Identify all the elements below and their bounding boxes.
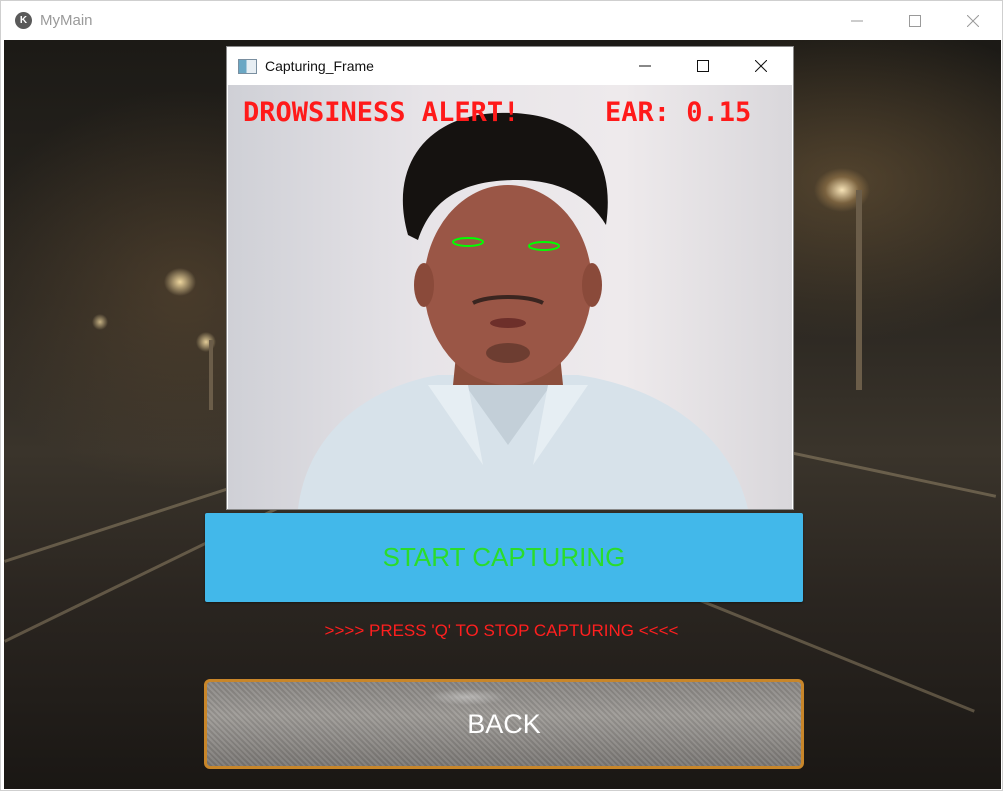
capture-window: Capturing_Frame DROWSINESS ALERT! EAR: 0… bbox=[227, 47, 793, 509]
capture-close-button[interactable] bbox=[732, 47, 790, 85]
webcam-person-image bbox=[298, 112, 748, 509]
main-maximize-button[interactable] bbox=[886, 1, 944, 40]
maximize-icon bbox=[697, 60, 709, 72]
main-minimize-button[interactable] bbox=[828, 1, 886, 40]
minimize-icon bbox=[639, 65, 651, 67]
image-frame-icon bbox=[238, 58, 257, 74]
back-button[interactable]: BACK bbox=[204, 679, 804, 769]
main-window: K MyMain Capturing_Frame DROWSINESS ALER… bbox=[0, 0, 1003, 791]
main-close-button[interactable] bbox=[944, 1, 1002, 40]
app-logo-icon: K bbox=[15, 12, 32, 29]
close-icon bbox=[967, 14, 979, 27]
capture-minimize-button[interactable] bbox=[616, 47, 674, 85]
capture-window-title: Capturing_Frame bbox=[265, 58, 374, 74]
main-window-title: MyMain bbox=[40, 12, 93, 29]
capture-maximize-button[interactable] bbox=[674, 47, 732, 85]
webcam-feed: DROWSINESS ALERT! EAR: 0.15 bbox=[228, 85, 792, 509]
street-light-pole bbox=[856, 190, 862, 390]
start-capturing-button[interactable]: START CAPTURING bbox=[205, 513, 803, 602]
drowsiness-alert-text: DROWSINESS ALERT! bbox=[243, 97, 520, 128]
ear-value-text: EAR: 0.15 bbox=[605, 97, 752, 128]
maximize-icon bbox=[909, 14, 921, 27]
stop-capturing-hint: >>>> PRESS 'Q' TO STOP CAPTURING <<<< bbox=[1, 621, 1003, 641]
close-icon bbox=[755, 60, 767, 72]
main-titlebar[interactable]: K MyMain bbox=[1, 1, 1002, 40]
stop-capturing-hint-label: >>>> PRESS 'Q' TO STOP CAPTURING <<<< bbox=[324, 621, 679, 640]
minimize-icon bbox=[851, 20, 863, 21]
street-light-pole bbox=[209, 340, 213, 410]
capture-titlebar[interactable]: Capturing_Frame bbox=[227, 47, 793, 85]
